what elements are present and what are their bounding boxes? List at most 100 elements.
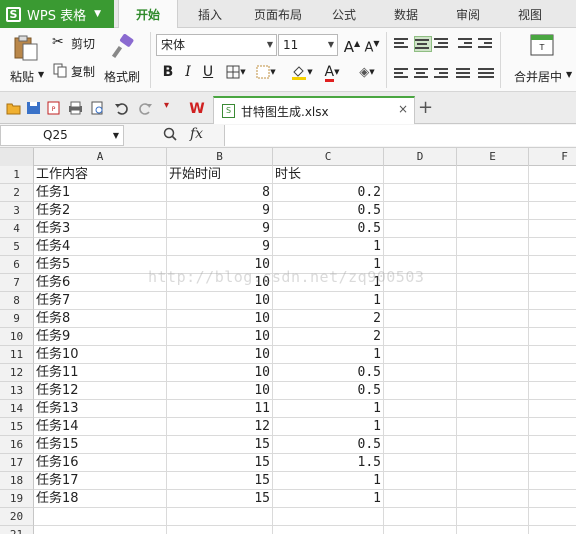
- grow-font-button[interactable]: A▲: [342, 34, 362, 56]
- cell-b[interactable]: 15: [167, 490, 273, 508]
- cell-a[interactable]: 任务5: [34, 256, 167, 274]
- cell-b[interactable]: 开始时间: [167, 166, 273, 184]
- cell-a[interactable]: 任务4: [34, 238, 167, 256]
- tab-home[interactable]: 开始: [118, 0, 178, 29]
- row-header[interactable]: 8: [0, 292, 34, 310]
- format-painter-button[interactable]: 格式刷: [104, 32, 144, 88]
- underline-button[interactable]: U: [198, 62, 218, 82]
- function-icon[interactable]: fx: [190, 126, 203, 142]
- cell-d[interactable]: [384, 346, 457, 364]
- cell-c[interactable]: 1: [273, 472, 384, 490]
- cell-d[interactable]: [384, 256, 457, 274]
- cell-b[interactable]: [167, 508, 273, 526]
- cell-e[interactable]: [457, 274, 529, 292]
- cell-a[interactable]: 任务10: [34, 346, 167, 364]
- row-header[interactable]: 6: [0, 256, 34, 274]
- cell-e[interactable]: [457, 526, 529, 534]
- tab-insert[interactable]: 插入: [186, 0, 234, 28]
- row-header[interactable]: 9: [0, 310, 34, 328]
- print-icon[interactable]: [68, 101, 83, 115]
- cell-e[interactable]: [457, 238, 529, 256]
- row-header[interactable]: 4: [0, 220, 34, 238]
- merge-center-button[interactable]: T 合并居中 ▼: [508, 32, 574, 88]
- cell-d[interactable]: [384, 166, 457, 184]
- cell-f[interactable]: [529, 508, 576, 526]
- open-folder-icon[interactable]: [6, 101, 21, 115]
- cell-a[interactable]: 任务2: [34, 202, 167, 220]
- row-header[interactable]: 14: [0, 400, 34, 418]
- cell-a[interactable]: 任务18: [34, 490, 167, 508]
- row-header[interactable]: 7: [0, 274, 34, 292]
- column-header-e[interactable]: E: [457, 148, 529, 166]
- cell-e[interactable]: [457, 310, 529, 328]
- tab-view[interactable]: 视图: [508, 0, 552, 28]
- row-header[interactable]: 13: [0, 382, 34, 400]
- align-middle-button[interactable]: [414, 36, 432, 52]
- cell-style-button[interactable]: ▼: [252, 62, 280, 82]
- cell-f[interactable]: [529, 256, 576, 274]
- cell-d[interactable]: [384, 490, 457, 508]
- cell-b[interactable]: 15: [167, 472, 273, 490]
- cell-d[interactable]: [384, 472, 457, 490]
- row-header[interactable]: 18: [0, 472, 34, 490]
- cell-c[interactable]: 1: [273, 238, 384, 256]
- bold-button[interactable]: B: [158, 62, 178, 82]
- cell-e[interactable]: [457, 202, 529, 220]
- cell-c[interactable]: 1.5: [273, 454, 384, 472]
- cell-c[interactable]: 1: [273, 490, 384, 508]
- column-header-d[interactable]: D: [384, 148, 457, 166]
- cell-d[interactable]: [384, 526, 457, 534]
- cell-e[interactable]: [457, 364, 529, 382]
- cell-b[interactable]: 10: [167, 256, 273, 274]
- cell-c[interactable]: 0.2: [273, 184, 384, 202]
- cell-e[interactable]: [457, 220, 529, 238]
- fill-color-button[interactable]: ▼: [288, 62, 316, 82]
- cell-f[interactable]: [529, 328, 576, 346]
- magnifier-icon[interactable]: [163, 127, 177, 141]
- cell-e[interactable]: [457, 472, 529, 490]
- cell-a[interactable]: 任务6: [34, 274, 167, 292]
- cell-c[interactable]: 2: [273, 328, 384, 346]
- row-header[interactable]: 21: [0, 526, 34, 534]
- undo-icon[interactable]: [114, 101, 129, 115]
- tab-page-layout[interactable]: 页面布局: [246, 0, 310, 28]
- cell-d[interactable]: [384, 274, 457, 292]
- cell-b[interactable]: 10: [167, 382, 273, 400]
- cell-d[interactable]: [384, 508, 457, 526]
- column-header-a[interactable]: A: [34, 148, 167, 166]
- borders-button[interactable]: ▼: [222, 62, 250, 82]
- cell-d[interactable]: [384, 454, 457, 472]
- tab-formulas[interactable]: 公式: [322, 0, 366, 28]
- export-pdf-icon[interactable]: P: [46, 101, 61, 115]
- cell-e[interactable]: [457, 436, 529, 454]
- align-bottom-button[interactable]: [434, 36, 452, 52]
- row-header[interactable]: 17: [0, 454, 34, 472]
- cell-e[interactable]: [457, 328, 529, 346]
- row-header[interactable]: 10: [0, 328, 34, 346]
- new-tab-button[interactable]: +: [418, 97, 433, 118]
- cell-d[interactable]: [384, 436, 457, 454]
- decrease-indent-button[interactable]: [458, 36, 476, 52]
- cell-d[interactable]: [384, 184, 457, 202]
- cell-b[interactable]: 9: [167, 220, 273, 238]
- cell-c[interactable]: [273, 526, 384, 534]
- cell-d[interactable]: [384, 400, 457, 418]
- tab-review[interactable]: 审阅: [446, 0, 490, 28]
- app-menu-button[interactable]: S WPS 表格 ▼: [0, 0, 114, 28]
- row-header[interactable]: 1: [0, 166, 34, 184]
- formula-input[interactable]: [224, 125, 576, 146]
- cell-b[interactable]: 10: [167, 274, 273, 292]
- row-header[interactable]: 3: [0, 202, 34, 220]
- cell-e[interactable]: [457, 346, 529, 364]
- cell-c[interactable]: 1: [273, 400, 384, 418]
- close-icon[interactable]: ×: [398, 102, 408, 116]
- cell-a[interactable]: 任务17: [34, 472, 167, 490]
- cell-a[interactable]: 任务16: [34, 454, 167, 472]
- column-header-b[interactable]: B: [167, 148, 273, 166]
- cell-e[interactable]: [457, 382, 529, 400]
- row-header[interactable]: 15: [0, 418, 34, 436]
- row-header[interactable]: 11: [0, 346, 34, 364]
- row-header[interactable]: 19: [0, 490, 34, 508]
- cell-c[interactable]: 2: [273, 310, 384, 328]
- align-left-button[interactable]: [394, 66, 412, 82]
